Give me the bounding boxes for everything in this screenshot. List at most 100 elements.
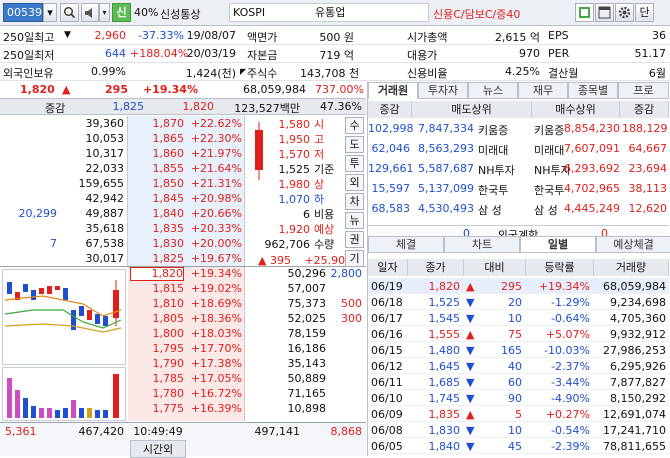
sell-broker[interactable]: NH투자 xyxy=(478,162,515,178)
daily-rate: -2.39% xyxy=(551,440,590,453)
stock-code-input[interactable]: 005390 xyxy=(3,3,43,22)
ask-quantity: 49,887 xyxy=(85,207,125,220)
daily-date: 06/05 xyxy=(371,440,403,453)
broker-tab[interactable]: 거래원 xyxy=(368,82,418,99)
bid-price[interactable]: 1,790 xyxy=(130,358,185,370)
bid-price[interactable]: 1,795 xyxy=(130,343,185,355)
daily-tab[interactable]: 일별 xyxy=(520,236,596,253)
buy-broker[interactable]: 삼 성 xyxy=(534,202,558,218)
daily-tab[interactable]: 차트 xyxy=(444,236,520,253)
bid-price[interactable]: 1,820 xyxy=(130,267,184,281)
side-tab[interactable]: 수 xyxy=(345,117,364,134)
side-tab[interactable]: 투 xyxy=(345,155,364,172)
ask-row: 35,618 1,835 +20.33% xyxy=(0,223,245,235)
daily-change: 10 xyxy=(508,312,522,325)
daily-row[interactable]: 06/11 1,685 ▼ 60 -3.44% 7,877,827 xyxy=(368,374,669,390)
side-tab[interactable]: 도 xyxy=(345,136,364,153)
side-tab[interactable]: 차 xyxy=(345,193,364,210)
ask-price[interactable]: 1,830 xyxy=(130,238,185,250)
sell-broker[interactable]: 삼 성 xyxy=(478,202,502,218)
daily-row[interactable]: 06/05 1,840 ▼ 45 -2.39% 78,811,655 xyxy=(368,438,669,454)
daily-change: 45 xyxy=(508,440,522,453)
bid-rate: +17.70% xyxy=(190,342,242,355)
search-icon[interactable] xyxy=(60,3,79,22)
side-tab[interactable]: 외 xyxy=(345,174,364,191)
broker-tab[interactable]: 프로 xyxy=(618,82,669,99)
daily-volume: 12,691,074 xyxy=(603,408,666,421)
bid-price[interactable]: 1,800 xyxy=(130,328,185,340)
bid-quantity: 50,889 xyxy=(287,372,327,385)
code-dropdown-button[interactable]: ▾ xyxy=(43,3,57,22)
info-date: 19/08/07 xyxy=(186,29,236,42)
daily-row[interactable]: 06/12 1,645 ▼ 40 -2.37% 6,295,926 xyxy=(368,358,669,374)
side-tab[interactable]: 뉴 xyxy=(345,212,364,229)
ask-price[interactable]: 1,825 xyxy=(130,253,185,265)
daily-row[interactable]: 06/15 1,480 ▼ 165 -10.03% 27,986,253 xyxy=(368,342,669,358)
sell-broker[interactable]: 한국투 xyxy=(478,182,508,198)
broker-tab[interactable]: 뉴스 xyxy=(468,82,518,99)
up-arrow-icon: ▲ xyxy=(258,254,267,267)
bid-price[interactable]: 1,785 xyxy=(130,373,185,385)
daily-tab[interactable]: 체결 xyxy=(368,236,444,253)
bid-price[interactable]: 1,775 xyxy=(130,403,185,415)
stock-name: 신성통상 xyxy=(160,8,201,21)
ask-price[interactable]: 1,860 xyxy=(130,148,185,160)
side-tab[interactable]: 권 xyxy=(345,231,364,248)
single-button[interactable]: 단 xyxy=(635,3,654,22)
broker-tab[interactable]: 투자자 xyxy=(418,82,468,99)
ask-row: 30,017 1,825 +19.67% xyxy=(0,253,245,265)
gear-icon[interactable] xyxy=(615,3,634,22)
daily-row[interactable]: 06/09 1,835 ▲ 5 +0.27% 12,691,074 xyxy=(368,406,669,422)
buy-broker[interactable]: 키움증 xyxy=(534,122,564,138)
bid-price[interactable]: 1,805 xyxy=(130,313,185,325)
bid-price[interactable]: 1,780 xyxy=(130,388,185,400)
daily-row[interactable]: 06/16 1,555 ▲ 75 +5.07% 9,932,912 xyxy=(368,326,669,342)
window-icon[interactable] xyxy=(595,3,614,22)
ask-rate: +20.98% xyxy=(190,192,242,205)
daily-rate: -4.90% xyxy=(551,392,590,405)
daily-close: 1,685 xyxy=(428,376,461,389)
buy-volume: 8,854,230 xyxy=(564,122,620,135)
speaker-icon[interactable] xyxy=(81,3,99,22)
daily-row[interactable]: 06/08 1,830 ▼ 10 -0.54% 17,241,710 xyxy=(368,422,669,438)
bid-price[interactable]: 1,810 xyxy=(130,298,185,310)
daily-arrow-icon: ▼ xyxy=(466,392,475,405)
daily-date: 06/12 xyxy=(371,360,403,373)
bid-quantity: 50,296 xyxy=(287,267,327,280)
daily-rate: +5.07% xyxy=(545,328,590,341)
bid-price[interactable]: 1,815 xyxy=(130,283,185,295)
side-tab[interactable]: 기 xyxy=(345,250,364,267)
broker-tab[interactable]: 재무 xyxy=(518,82,568,99)
day-stat-label: 예상 xyxy=(314,223,335,236)
speaker-dropdown-button[interactable]: ▾ xyxy=(99,3,110,22)
ask-quantity: 30,017 xyxy=(85,252,125,265)
dropdown-icon[interactable]: ▼ xyxy=(64,30,71,40)
daily-row[interactable]: 06/19 1,820 ▲ 295 +19.34% 68,059,984 xyxy=(368,278,669,294)
buy-volume: 6,293,692 xyxy=(564,162,620,175)
buy-volume: 4,702,965 xyxy=(564,182,620,195)
ask-price[interactable]: 1,855 xyxy=(130,163,185,175)
daily-tab[interactable]: 예상체결 xyxy=(596,236,670,253)
ask-price[interactable]: 1,845 xyxy=(130,193,185,205)
buy-broker[interactable]: 한국투 xyxy=(534,182,564,198)
sheet-icon[interactable] xyxy=(575,3,594,22)
daily-close: 1,835 xyxy=(428,408,461,421)
ask-price[interactable]: 1,865 xyxy=(130,133,185,145)
broker-tab[interactable]: 종목별 xyxy=(568,82,618,99)
info-pct: -37.33% xyxy=(138,29,184,42)
ask-price[interactable]: 1,850 xyxy=(130,178,185,190)
after-hours-button[interactable]: 시간외 xyxy=(130,440,186,458)
sell-broker[interactable]: 키움증 xyxy=(478,122,508,138)
ask-price[interactable]: 1,840 xyxy=(130,208,185,220)
time-display: 10:49:49 xyxy=(133,425,183,438)
buy-broker[interactable]: 미래대 xyxy=(534,142,564,158)
info-value: 2,615 억 xyxy=(494,31,540,44)
ask-row: 159,655 1,850 +21.31% xyxy=(0,178,245,190)
daily-row[interactable]: 06/17 1,545 ▼ 10 -0.64% 4,705,360 xyxy=(368,310,669,326)
mini-price-chart xyxy=(2,269,126,365)
ask-price[interactable]: 1,835 xyxy=(130,223,185,235)
sell-broker[interactable]: 미래대 xyxy=(478,142,508,158)
ask-price[interactable]: 1,870 xyxy=(130,118,185,130)
daily-row[interactable]: 06/10 1,745 ▼ 90 -4.90% 8,150,292 xyxy=(368,390,669,406)
daily-row[interactable]: 06/18 1,525 ▼ 20 -1.29% 9,234,698 xyxy=(368,294,669,310)
